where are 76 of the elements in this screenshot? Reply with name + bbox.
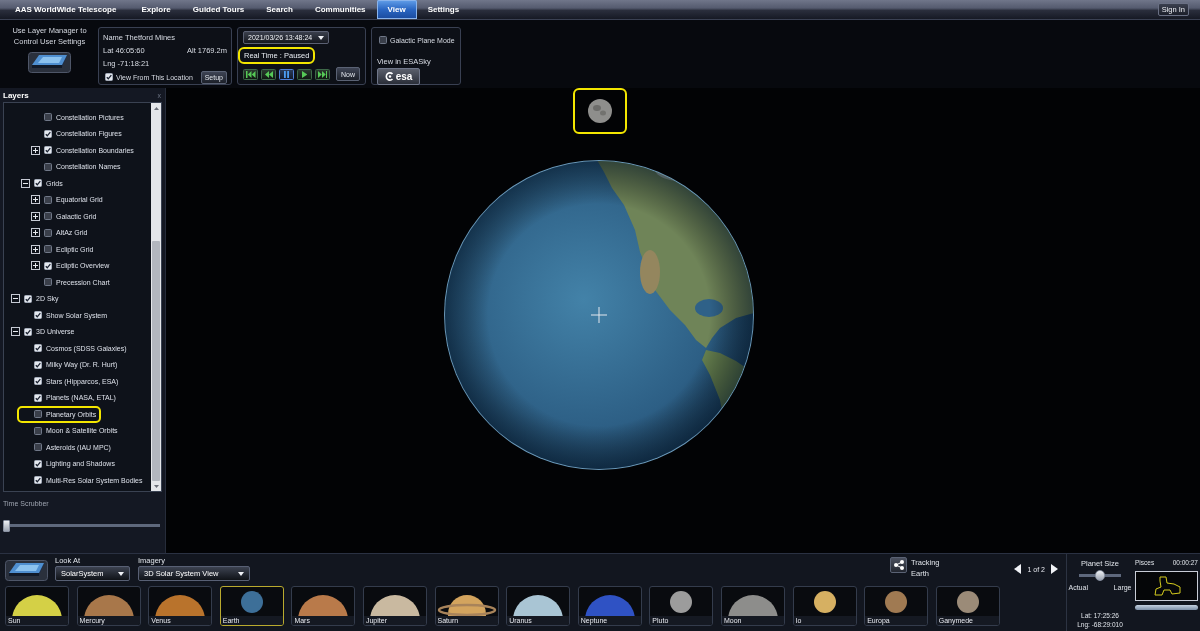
menu-tab[interactable]: Guided Tours — [181, 0, 256, 19]
collapse-icon[interactable] — [10, 327, 20, 337]
checkbox[interactable] — [34, 377, 42, 386]
collapse-icon[interactable] — [20, 178, 30, 188]
panel-title: Layers — [3, 90, 29, 100]
rewind-icon — [264, 70, 273, 78]
pause-icon — [284, 70, 289, 78]
skip-back-icon — [245, 70, 256, 78]
scrollbar[interactable] — [151, 103, 161, 491]
checkbox[interactable] — [34, 393, 42, 402]
menu-tab[interactable]: Explore — [130, 0, 182, 19]
checkbox[interactable] — [34, 459, 42, 468]
checkbox[interactable] — [34, 311, 42, 320]
scrollbar-thumb[interactable] — [152, 241, 160, 481]
checkbox[interactable] — [105, 73, 113, 81]
expand-icon[interactable] — [30, 145, 40, 155]
checkbox[interactable] — [44, 162, 52, 171]
checkbox[interactable] — [379, 36, 387, 44]
tile-icon[interactable] — [28, 52, 71, 73]
nodes-icon — [893, 560, 904, 570]
expand-icon[interactable] — [30, 244, 40, 254]
checkbox[interactable] — [44, 113, 52, 122]
checkbox[interactable] — [34, 344, 42, 353]
checkbox[interactable] — [44, 146, 52, 155]
checkbox[interactable] — [34, 360, 42, 369]
checkbox[interactable] — [44, 129, 52, 138]
checkbox[interactable] — [34, 410, 42, 419]
swirl-icon — [384, 72, 394, 81]
skip-back-button[interactable] — [243, 68, 258, 80]
checkbox[interactable] — [34, 426, 42, 435]
rewind-button[interactable] — [261, 68, 276, 80]
expand-icon[interactable] — [30, 211, 40, 221]
app-menu[interactable]: AAS WorldWide Telescope — [0, 0, 131, 19]
crosshair-icon — [591, 307, 607, 323]
collapse-icon[interactable] — [10, 294, 20, 304]
checkbox[interactable] — [24, 294, 32, 303]
menu-tab[interactable]: Communities — [303, 0, 377, 19]
checkbox[interactable] — [44, 212, 52, 221]
checkbox[interactable] — [44, 278, 52, 287]
triangle-right-icon — [1051, 564, 1058, 574]
moon-drawing — [588, 99, 612, 123]
checkbox[interactable] — [24, 327, 32, 336]
caret-up-icon[interactable] — [153, 106, 159, 110]
checkbox[interactable] — [44, 195, 52, 204]
checkbox[interactable] — [34, 179, 42, 188]
previous-button[interactable] — [1014, 564, 1022, 574]
timeline-bar — [1135, 605, 1198, 610]
pause-button[interactable] — [279, 68, 294, 80]
checkbox[interactable] — [44, 228, 52, 237]
play-button[interactable] — [297, 68, 312, 80]
slider-thumb[interactable] — [3, 520, 10, 532]
ring-drawing — [437, 603, 496, 616]
skip-forward-button[interactable] — [315, 68, 330, 80]
tracking-button[interactable] — [890, 557, 907, 573]
checkbox[interactable] — [44, 245, 52, 254]
menu-tab[interactable]: Search — [255, 0, 304, 19]
checkbox[interactable] — [44, 261, 52, 270]
checkbox[interactable] — [34, 443, 42, 452]
slider-thumb[interactable] — [1095, 570, 1105, 581]
next-button[interactable] — [1051, 564, 1058, 574]
caret-down-icon — [318, 35, 324, 40]
skip-forward-icon — [317, 70, 328, 78]
esa-button[interactable]: esa — [377, 68, 420, 85]
tile-icon[interactable] — [5, 560, 48, 581]
caret-down-icon — [238, 571, 244, 576]
caret-down-icon — [118, 571, 124, 576]
checkbox[interactable] — [34, 476, 42, 485]
triangle-left-icon — [1014, 564, 1022, 574]
caret-down-icon[interactable] — [153, 484, 159, 488]
expand-icon[interactable] — [30, 228, 40, 238]
menu-tab[interactable]: Settings — [416, 0, 471, 19]
constellation-outline-drawing — [1152, 576, 1181, 596]
play-icon — [301, 70, 308, 78]
expand-icon[interactable] — [30, 261, 40, 271]
expand-icon[interactable] — [30, 195, 40, 205]
menu-tab[interactable]: View — [376, 0, 417, 19]
